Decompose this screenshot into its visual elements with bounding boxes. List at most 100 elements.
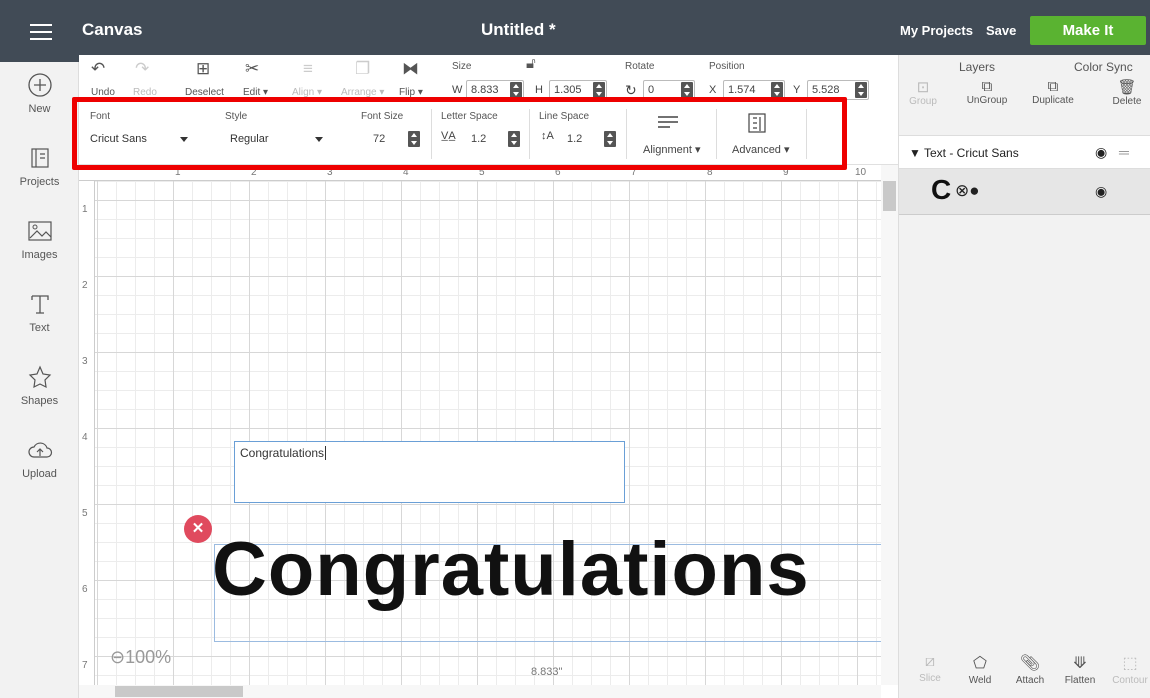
layer-item[interactable]: C ⊗● ◉ xyxy=(899,169,1150,215)
layer-group-title: ▼ Text - Cricut Sans xyxy=(909,146,1019,160)
canvas-text-object[interactable]: Congratulations xyxy=(212,532,810,608)
ruler-mark: 2 xyxy=(82,280,88,291)
edit-toolbar: ↶ Undo ↷ Redo ⊞ Deselect ✂ Edit ▾ ≡ Alig… xyxy=(79,55,899,103)
y-value: 5.528 xyxy=(812,84,840,96)
slice-icon: ⧄ xyxy=(924,653,936,670)
app-label: Canvas xyxy=(82,20,143,39)
nav-shapes-label: Shapes xyxy=(20,395,59,407)
horizontal-scrollbar[interactable] xyxy=(79,685,881,698)
redo-icon: ↷ xyxy=(135,59,150,78)
vertical-scrollbar[interactable] xyxy=(881,165,898,685)
x-stepper[interactable] xyxy=(771,82,783,98)
size-label: Size xyxy=(452,61,472,72)
my-projects-link[interactable]: My Projects xyxy=(900,23,973,38)
nav-upload-label: Upload xyxy=(22,468,57,480)
flip-icon[interactable]: ⧓ xyxy=(402,59,419,79)
tab-layers[interactable]: Layers xyxy=(959,60,995,74)
group-icon: ⊡ xyxy=(916,79,930,96)
layers-panel: Layers Color Sync ⊡ Group ⧉ UnGroup ⧉ Dupli… xyxy=(898,55,1150,698)
duplicate-label: Duplicate xyxy=(1032,95,1074,106)
deselect-icon[interactable]: ⊞ xyxy=(196,59,210,79)
duplicate-button[interactable]: ⧉ Duplicate xyxy=(1023,78,1083,106)
width-stepper[interactable] xyxy=(510,82,522,98)
menu-icon[interactable] xyxy=(30,24,52,40)
text-input-value: Congratulations xyxy=(240,446,325,460)
contour-label: Contour xyxy=(1112,675,1148,686)
delete-label: Delete xyxy=(1112,96,1142,107)
delete-button[interactable]: 🗑︎ Delete xyxy=(1097,78,1150,107)
scroll-thumb[interactable] xyxy=(115,686,243,697)
scroll-thumb[interactable] xyxy=(883,181,896,211)
height-stepper[interactable] xyxy=(593,82,605,98)
zoom-out-icon[interactable]: ⊖ xyxy=(110,647,125,667)
position-label: Position xyxy=(709,61,745,72)
y-stepper[interactable] xyxy=(855,82,867,98)
delete-badge-icon[interactable]: ✕ xyxy=(184,515,212,543)
weld-button[interactable]: ⬠ Weld xyxy=(955,653,1005,686)
rotate-value: 0 xyxy=(648,84,655,96)
nav-upload[interactable]: Upload xyxy=(0,436,79,480)
group-button: ⊡ Group xyxy=(893,78,953,107)
cloud-upload-icon xyxy=(27,442,52,458)
ruler-mark: 3 xyxy=(82,356,88,367)
slice-label: Slice xyxy=(919,673,941,684)
tab-color-sync[interactable]: Color Sync xyxy=(1074,60,1133,74)
make-it-button[interactable]: Make It xyxy=(1030,16,1146,45)
layer-type-icon: ⊗● xyxy=(955,181,980,200)
project-title: Untitled * xyxy=(481,20,556,39)
lock-icon[interactable]: 🔓︎ xyxy=(526,55,536,72)
nav-new[interactable]: New xyxy=(0,71,79,115)
nav-text-label: Text xyxy=(29,322,50,334)
plus-circle-icon xyxy=(27,73,52,97)
eye-icon[interactable]: ◉ xyxy=(1095,183,1107,200)
layer-preview: C xyxy=(931,174,952,205)
undo-icon[interactable]: ↶ xyxy=(91,59,105,79)
w-label: W xyxy=(452,84,463,96)
trash-icon: 🗑︎ xyxy=(1117,79,1137,96)
rotate-stepper[interactable] xyxy=(681,82,693,98)
attach-icon: 📎︎ xyxy=(1019,655,1041,672)
drag-handle-icon[interactable]: ═ xyxy=(1119,144,1129,160)
rotate-label: Rotate xyxy=(625,61,655,72)
flatten-button[interactable]: ⟱ Flatten xyxy=(1055,653,1105,686)
edit-icon[interactable]: ✂ xyxy=(245,59,259,79)
width-readout: 8.833" xyxy=(531,666,563,678)
ungroup-label: UnGroup xyxy=(966,95,1008,106)
attach-label: Attach xyxy=(1015,675,1045,686)
nav-images[interactable]: Images xyxy=(0,217,79,261)
ungroup-button[interactable]: ⧉ UnGroup xyxy=(957,78,1017,106)
image-icon xyxy=(27,221,52,241)
group-label: Group xyxy=(909,96,937,107)
duplicate-icon: ⧉ xyxy=(1047,78,1059,95)
top-bar: Canvas Untitled * My Projects Save Make … xyxy=(0,0,1150,62)
left-nav: New Projects Images Text Shapes Upload xyxy=(0,62,79,698)
ruler-mark: 6 xyxy=(82,584,88,595)
text-edit-input[interactable]: Congratulations​ xyxy=(234,441,625,503)
ruler-left: 1 2 3 4 5 6 7 xyxy=(79,181,95,698)
ruler-mark: 7 xyxy=(82,660,88,671)
h-label: H xyxy=(535,84,543,96)
layer-title: Text - Cricut Sans xyxy=(924,146,1019,160)
save-button[interactable]: Save xyxy=(986,23,1016,38)
highlight-box xyxy=(72,97,847,170)
nav-projects[interactable]: Projects xyxy=(0,144,79,188)
nav-text[interactable]: Text xyxy=(0,290,79,334)
nav-images-label: Images xyxy=(21,249,58,261)
ruler-mark: 1 xyxy=(82,204,88,215)
zoom-control[interactable]: ⊖100% xyxy=(110,647,171,668)
projects-icon xyxy=(30,148,49,168)
layer-group-row[interactable]: ▼ Text - Cricut Sans ◉ ═ xyxy=(899,135,1150,169)
x-label: X xyxy=(709,84,717,96)
y-label: Y xyxy=(793,84,801,96)
attach-button[interactable]: 📎︎ Attach xyxy=(1005,653,1055,686)
zoom-level: 100% xyxy=(125,647,172,667)
text-t-icon xyxy=(30,295,49,314)
flatten-icon: ⟱ xyxy=(1073,655,1087,672)
ruler-mark: 10 xyxy=(855,167,867,178)
nav-shapes[interactable]: Shapes xyxy=(0,363,79,407)
eye-icon[interactable]: ◉ xyxy=(1095,144,1107,161)
weld-icon: ⬠ xyxy=(973,655,987,672)
text-cursor: ​ xyxy=(325,446,327,460)
width-value: 8.833 xyxy=(471,84,499,96)
nav-projects-label: Projects xyxy=(19,176,60,188)
